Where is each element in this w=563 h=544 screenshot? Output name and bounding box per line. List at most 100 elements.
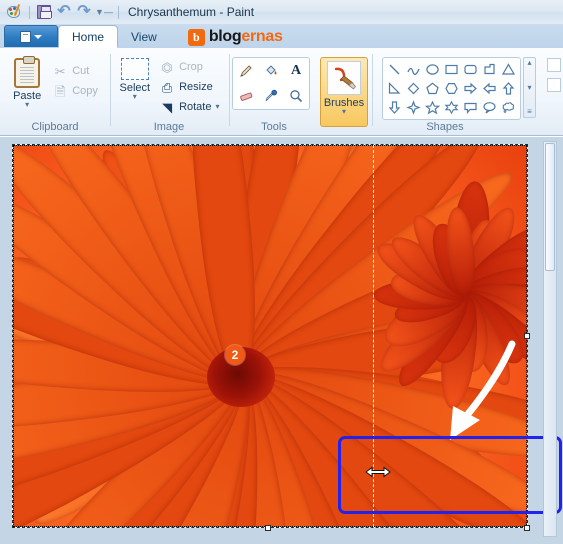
ribbon-tab-strip: Home View b blogernas: [0, 24, 563, 48]
cut-button[interactable]: ✂ Cut: [49, 61, 101, 81]
select-caret-icon[interactable]: ▾: [133, 93, 137, 101]
redo-icon[interactable]: ↷: [74, 2, 94, 22]
file-menu-button[interactable]: [4, 25, 58, 47]
customize-qat-icon[interactable]: ▼—: [94, 2, 114, 22]
watermark-text-primary: blog: [208, 28, 242, 45]
shapes-gallery: [382, 57, 521, 120]
crop-label: Crop: [179, 61, 203, 73]
step-badge-2: 2: [225, 345, 245, 365]
chevron-down-icon: [34, 34, 42, 39]
bottom-center-handle[interactable]: [265, 525, 271, 531]
rotate-button[interactable]: ◥ Rotate ▾: [156, 97, 222, 117]
ribbon-group-shapes: ▴ ▾ ≡ Shapes: [373, 48, 545, 136]
paste-button[interactable]: Paste ▾: [9, 56, 45, 110]
oval-callout-shape[interactable]: [480, 98, 499, 117]
down-arrow-shape[interactable]: [385, 98, 404, 117]
undo-icon[interactable]: ↶: [54, 2, 74, 22]
shapes-more-icon[interactable]: ≡: [527, 108, 532, 116]
right-arrow-shape[interactable]: [461, 79, 480, 98]
six-point-star-shape[interactable]: [442, 98, 461, 117]
copy-label: Copy: [72, 85, 98, 97]
crop-icon: ⏣: [161, 59, 173, 75]
rectangle-shape[interactable]: [442, 60, 461, 79]
shapes-scrollbar[interactable]: ▴ ▾ ≡: [523, 57, 536, 118]
paint-app-icon[interactable]: [5, 2, 25, 22]
vertical-scrollbar-thumb[interactable]: [545, 143, 555, 271]
cloud-callout-shape[interactable]: [499, 98, 518, 117]
paint-window: ↶ ↷ ▼— Chrysanthemum - Paint Home View b…: [0, 0, 563, 544]
title-bar: ↶ ↷ ▼— Chrysanthemum - Paint: [0, 0, 563, 24]
ribbon-group-truncated: [545, 48, 563, 136]
four-point-star-shape[interactable]: [404, 98, 423, 117]
title-divider: [118, 5, 119, 19]
tools-grid: A: [232, 57, 310, 110]
rotate-icon: ◥: [162, 99, 173, 115]
curve-shape[interactable]: [404, 60, 423, 79]
image-canvas[interactable]: 2: [12, 144, 528, 528]
scissors-icon: ✂: [54, 63, 66, 79]
magnifier-icon[interactable]: [284, 84, 308, 108]
shapes-scroll-down-icon[interactable]: ▾: [527, 83, 531, 92]
file-menu-icon: [20, 30, 31, 43]
five-point-star-shape[interactable]: [423, 98, 442, 117]
vertical-scrollbar[interactable]: [543, 141, 557, 537]
ribbon-group-clipboard: Paste ▾ ✂ Cut 🗎 Copy Clipboard: [0, 48, 110, 136]
triangle-shape[interactable]: [499, 60, 518, 79]
rotate-caret-icon[interactable]: ▾: [215, 103, 219, 111]
watermark-badge-icon: b: [187, 28, 205, 46]
save-icon[interactable]: [34, 2, 54, 22]
watermark-text-accent: ernas: [241, 28, 283, 45]
fill-swatch-icon[interactable]: [547, 78, 561, 92]
rotate-label: Rotate: [179, 101, 212, 113]
paintbrush-icon: [327, 61, 361, 95]
tab-view[interactable]: View: [118, 26, 170, 48]
eraser-icon[interactable]: [234, 84, 258, 108]
paste-caret-icon[interactable]: ▾: [25, 101, 29, 109]
brushes-caret-icon[interactable]: ▾: [342, 108, 346, 116]
select-rectangle-icon: [120, 58, 149, 80]
resize-icon: ⎙: [161, 79, 173, 95]
shapes-scroll-up-icon[interactable]: ▴: [527, 59, 531, 67]
fill-with-color-icon[interactable]: [259, 59, 283, 83]
tab-home[interactable]: Home: [58, 25, 119, 48]
clipboard-icon: [14, 56, 41, 88]
cut-label: Cut: [72, 65, 90, 77]
hexagon-shape[interactable]: [442, 79, 461, 98]
left-arrow-shape[interactable]: [480, 79, 499, 98]
image-group-label: Image: [153, 121, 185, 133]
ribbon: Paste ▾ ✂ Cut 🗎 Copy Clipboard Select ▾ …: [0, 48, 563, 136]
pencil-icon[interactable]: [234, 59, 258, 83]
polygon-shape[interactable]: [480, 60, 499, 79]
right-middle-handle[interactable]: [524, 333, 530, 339]
outline-swatch-icon[interactable]: [547, 58, 561, 72]
resize-button[interactable]: ⎙ Resize: [156, 77, 222, 97]
qat-divider: [29, 5, 30, 19]
color-picker-icon[interactable]: [259, 84, 283, 108]
window-title: Chrysanthemum - Paint: [128, 5, 255, 19]
diamond-shape[interactable]: [404, 79, 423, 98]
up-arrow-shape[interactable]: [499, 79, 518, 98]
dashed-vertical-guide: [373, 145, 374, 527]
crop-button[interactable]: ⏣ Crop: [156, 57, 222, 77]
tools-group-label: Tools: [261, 121, 287, 133]
brushes-button[interactable]: Brushes ▾: [320, 57, 368, 127]
bottom-right-handle[interactable]: [524, 525, 530, 531]
ribbon-group-image: Select ▾ ⏣ Crop ⎙ Resize ◥ Rotate ▾ Imag…: [111, 48, 227, 136]
text-icon[interactable]: A: [284, 59, 308, 83]
pentagon-shape[interactable]: [423, 79, 442, 98]
shapes-group-label: Shapes: [426, 121, 464, 133]
canvas-work-area: 2: [0, 137, 563, 544]
rounded-rectangle-shape[interactable]: [461, 60, 480, 79]
rounded-callout-shape[interactable]: [461, 98, 480, 117]
select-button[interactable]: Select ▾: [115, 56, 154, 102]
ribbon-group-tools: A Brushes ▾ Tools: [230, 48, 370, 136]
oval-shape[interactable]: [423, 60, 442, 79]
right-triangle-shape[interactable]: [385, 79, 404, 98]
copy-icon: 🗎: [54, 83, 66, 99]
copy-button[interactable]: 🗎 Copy: [49, 81, 101, 101]
blogernas-watermark: b blogernas: [187, 28, 283, 46]
chrysanthemum-photo: [13, 145, 527, 527]
line-shape[interactable]: [385, 60, 404, 79]
resize-label: Resize: [179, 81, 213, 93]
clipboard-group-label: Clipboard: [31, 121, 79, 133]
